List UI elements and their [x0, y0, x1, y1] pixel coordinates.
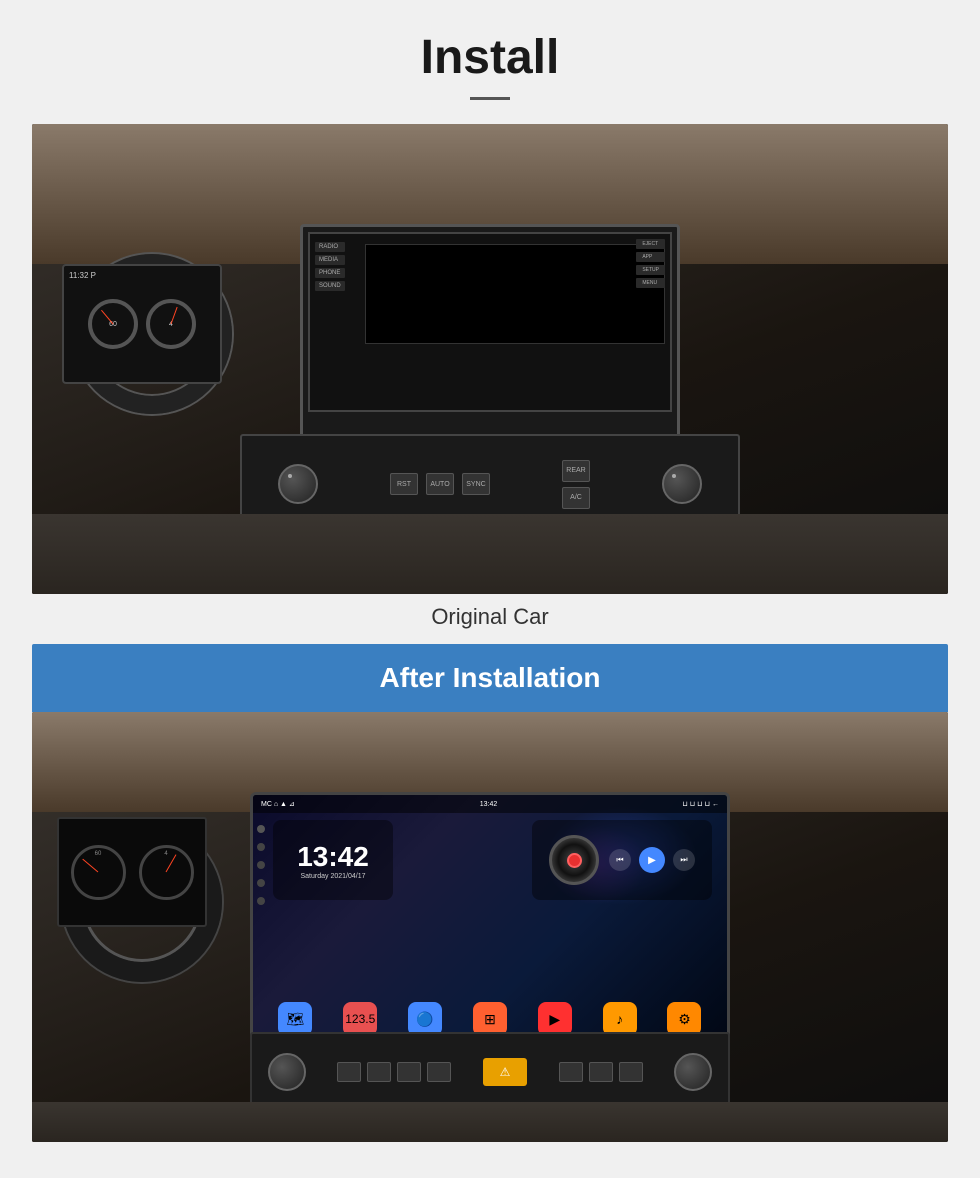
status-bar-left: MC ⌂ ▲ ⊿	[261, 800, 295, 808]
climate-knob-right	[662, 464, 702, 504]
after-installation-label: After Installation	[380, 662, 601, 693]
android-head-unit: MC ⌂ ▲ ⊿ 13:42 ⊔ ⊔ ⊔ ⊔ ←	[250, 792, 730, 1072]
after-knob-left	[268, 1053, 306, 1091]
prev-track-btn[interactable]: ⏮	[609, 849, 631, 871]
hu-unit: RADIO MEDIA PHONE SOUND EJECT APP SETUP …	[308, 232, 672, 412]
android-date: Saturday 2021/04/17	[301, 873, 366, 880]
vinyl-inner	[567, 853, 582, 868]
after-installation-banner: After Installation	[32, 644, 948, 712]
after-hvac-4	[427, 1062, 451, 1082]
music-icon: ♪	[603, 1002, 637, 1036]
climate-knob-left	[278, 464, 318, 504]
android-status-bar: MC ⌂ ▲ ⊿ 13:42 ⊔ ⊔ ⊔ ⊔ ←	[253, 795, 727, 813]
page-wrapper: Install VW 11:32 P 60	[0, 0, 980, 1178]
ac-btn: A/C	[562, 487, 590, 509]
media-btn: MEDIA	[315, 255, 345, 265]
after-hvac-2	[367, 1062, 391, 1082]
after-speed-needle	[82, 859, 98, 873]
original-dashboard: VW 11:32 P 60 4	[32, 124, 948, 594]
original-car-photo: VW 11:32 P 60 4	[32, 124, 948, 594]
after-tachometer: 4	[139, 845, 194, 900]
instrument-cluster: 11:32 P 60 4	[62, 264, 222, 384]
next-track-btn[interactable]: ⏭	[673, 849, 695, 871]
after-climate-controls: ⚠	[250, 1032, 730, 1112]
phone-btn: PHONE	[315, 268, 345, 278]
radio-btn: RADIO	[315, 242, 345, 252]
play-pause-btn[interactable]: ▶	[639, 847, 665, 873]
status-bar-right: ⊔ ⊔ ⊔ ⊔ ←	[682, 800, 719, 808]
after-hvac-5	[559, 1062, 583, 1082]
android-screen: MC ⌂ ▲ ⊿ 13:42 ⊔ ⊔ ⊔ ⊔ ←	[253, 795, 727, 1069]
after-hvac-6	[589, 1062, 613, 1082]
nav-dot-5	[257, 897, 265, 905]
original-screen	[365, 244, 665, 344]
hvac-btn-sync: SYNC	[462, 473, 490, 495]
after-gauges: 60 4	[59, 819, 205, 925]
sound-btn: SOUND	[315, 281, 345, 291]
speedometer: 60	[88, 299, 138, 349]
tachometer: 4	[146, 299, 196, 349]
climate-center-buttons: RST AUTO SYNC	[390, 473, 490, 495]
gauge-inner: 60 4	[64, 266, 220, 382]
navigation-icon: 🗺	[278, 1002, 312, 1036]
android-left-nav	[257, 815, 265, 905]
menu-btn: MENU	[636, 278, 665, 288]
speedometer-needle	[101, 310, 113, 324]
tachometer-needle	[171, 307, 178, 324]
status-bar-time: 13:42	[480, 801, 498, 808]
android-time-widget: 13:42 Saturday 2021/04/17	[273, 820, 393, 900]
after-dashboard: VW 60 4	[32, 712, 948, 1142]
nav-dot-1	[257, 825, 265, 833]
android-clock: 13:42	[297, 841, 369, 873]
app-btn: APP	[636, 252, 665, 262]
after-climate-btns-2	[559, 1062, 643, 1082]
setup-btn: SETUP	[636, 265, 665, 275]
after-tach-needle	[166, 854, 177, 872]
rear-btn: REAR	[562, 460, 590, 482]
original-car-label: Original Car	[431, 604, 548, 629]
after-installation-photo: VW 60 4	[32, 712, 948, 1142]
hu-left-buttons: RADIO MEDIA PHONE SOUND	[315, 242, 345, 291]
hvac-btn-rest: RST	[390, 473, 418, 495]
after-climate-btns	[337, 1062, 451, 1082]
hvac-btn-auto: AUTO	[426, 473, 454, 495]
nav-dot-2	[257, 843, 265, 851]
hu-right-buttons: EJECT APP SETUP MENU	[636, 239, 665, 288]
after-hvac-7	[619, 1062, 643, 1082]
eject-btn: EJECT	[636, 239, 665, 249]
after-tach-scale: 4	[164, 851, 167, 857]
after-installation-image-container: VW 60 4	[32, 712, 948, 1142]
android-media-player: ⏮ ▶ ⏭	[532, 820, 712, 900]
after-hazard-btn: ⚠	[483, 1058, 527, 1086]
after-speedometer: 60	[71, 845, 126, 900]
title-divider	[470, 97, 510, 100]
page-title: Install	[421, 30, 560, 85]
original-car-label-wrap: Original Car	[32, 604, 948, 630]
vinyl-record	[549, 835, 599, 885]
after-cluster: 60 4	[57, 817, 207, 927]
apps-icon: ⊞	[473, 1002, 507, 1036]
radio-icon: 123.5	[343, 1002, 377, 1036]
nav-dot-4	[257, 879, 265, 887]
after-bottom-dash	[32, 1102, 948, 1142]
after-knob-right	[674, 1053, 712, 1091]
original-car-image-container: VW 11:32 P 60 4	[32, 124, 948, 594]
climate-right-buttons: REAR A/C	[562, 460, 590, 509]
after-hvac-3	[397, 1062, 421, 1082]
nav-dot-3	[257, 861, 265, 869]
media-controls: ⏮ ▶ ⏭	[609, 847, 695, 873]
bluetooth-icon: 🔵	[408, 1002, 442, 1036]
after-speed-scale: 60	[95, 851, 102, 857]
cluster-time: 11:32 P	[69, 271, 96, 280]
settings-icon: ⚙	[667, 1002, 701, 1036]
after-hvac-1	[337, 1062, 361, 1082]
video-icon: ▶	[538, 1002, 572, 1036]
dash-floor	[32, 514, 948, 594]
media-buttons-row: ⏮ ▶ ⏭	[609, 847, 695, 873]
